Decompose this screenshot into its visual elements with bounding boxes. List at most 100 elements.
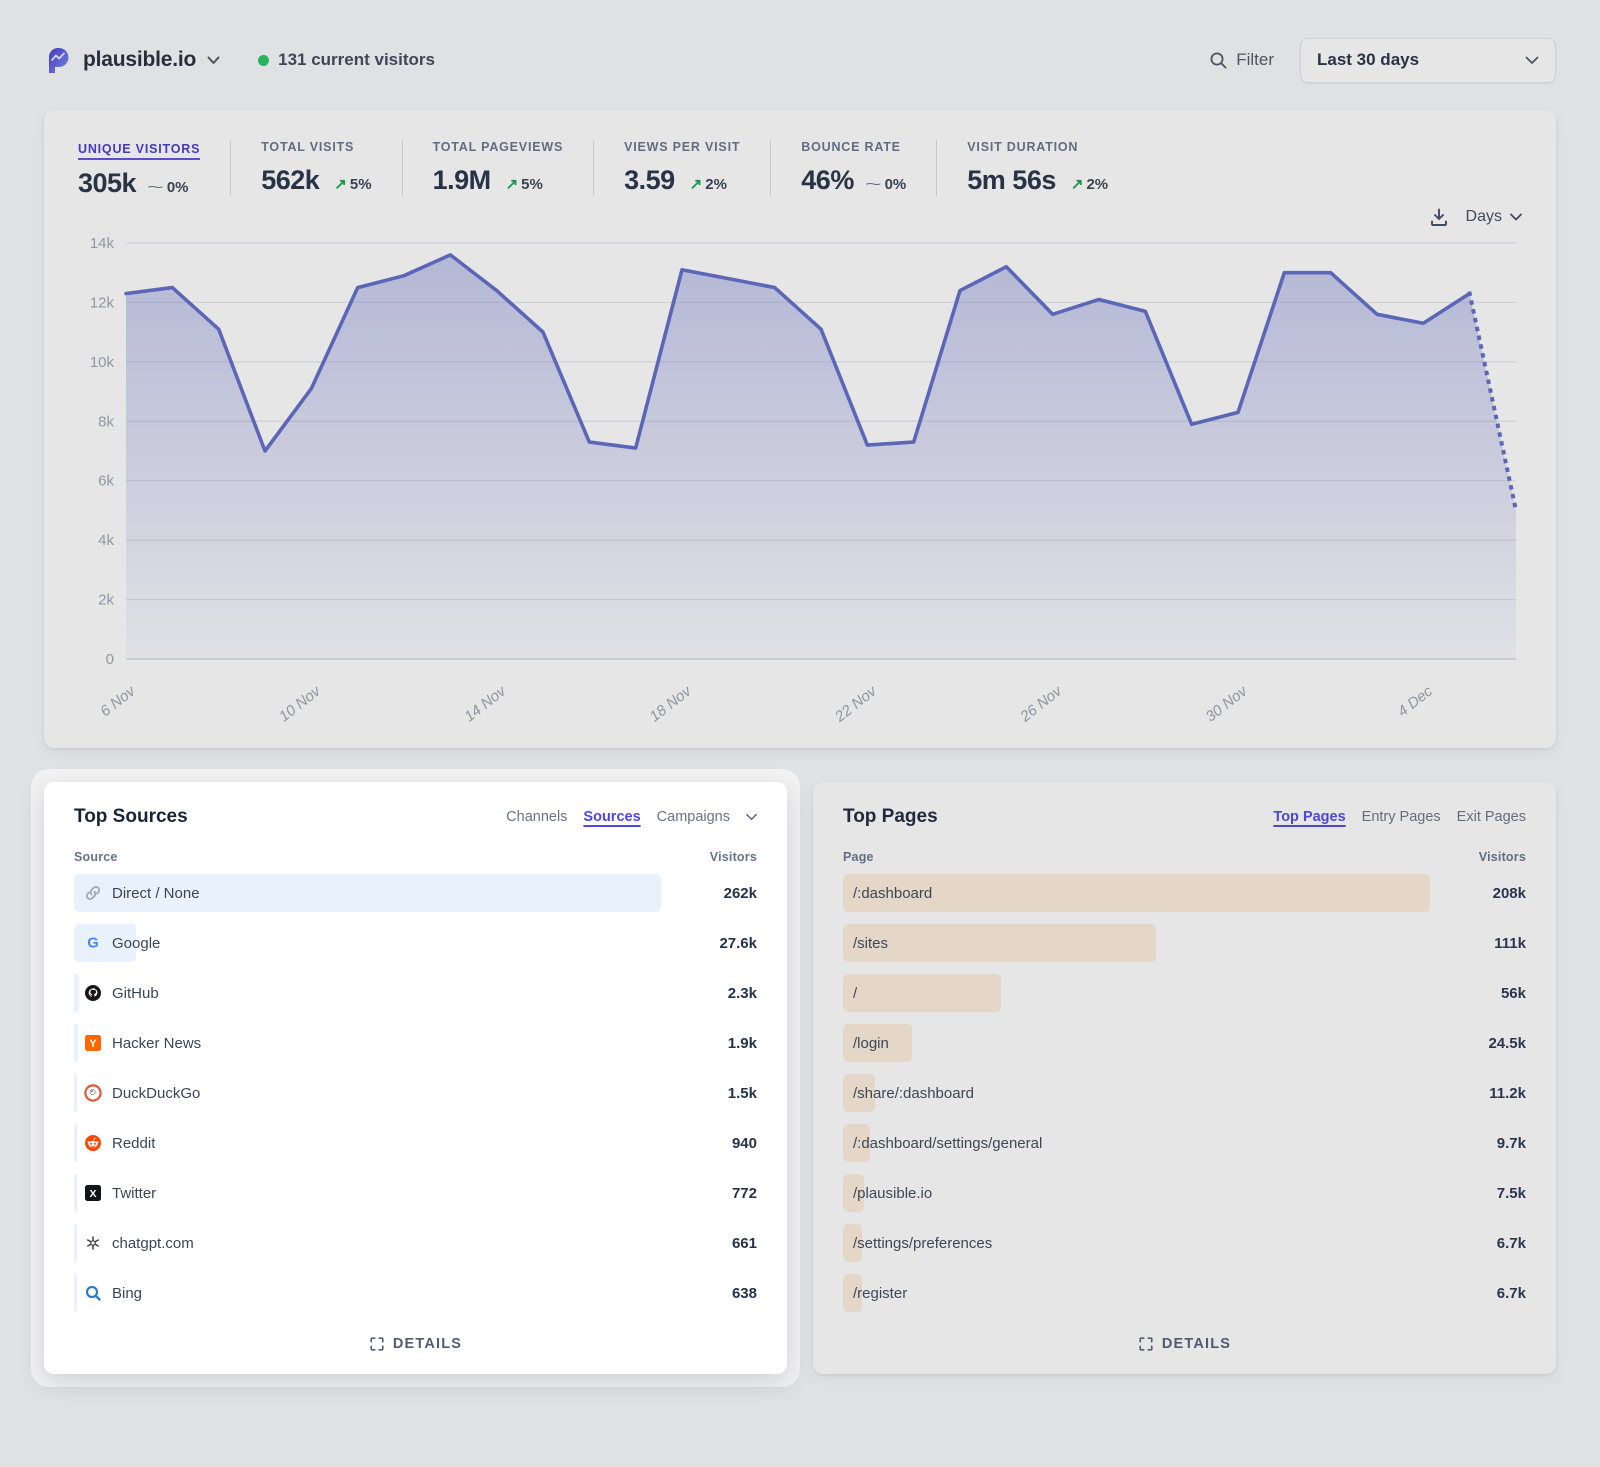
top-pages-panel: Top Pages Top Pages Entry Pages Exit Pages… [813, 782, 1556, 1374]
link-favicon-icon [84, 884, 102, 902]
row-content: Bing [74, 1284, 142, 1302]
top-bar: plausible.io 131 current visitors Filter… [44, 36, 1556, 84]
list-item-settings-preferences[interactable]: /settings/preferences 6.7k [843, 1224, 1526, 1262]
list-item-share-dashboard[interactable]: /share/:dashboard 11.2k [843, 1074, 1526, 1112]
duckduckgo-favicon-icon [84, 1084, 102, 1102]
trend-flat-icon: ~ [147, 179, 164, 196]
metric-views-per-visit[interactable]: VIEWS PER VISIT 3.59↗2% [593, 140, 770, 196]
row-visitors-value: 27.6k [661, 935, 757, 952]
date-range-select[interactable]: Last 30 days [1300, 38, 1556, 83]
list-item-dashboard[interactable]: /:dashboard 208k [843, 874, 1526, 912]
list-item-chatgpt-com[interactable]: chatgpt.com661 [74, 1224, 757, 1262]
row-bar-zone: Bing [74, 1274, 661, 1312]
tab-top-pages[interactable]: Top Pages [1273, 809, 1345, 825]
row-visitors-value: 56k [1430, 985, 1526, 1002]
list-item-duckduckgo[interactable]: DuckDuckGo1.5k [74, 1074, 757, 1112]
list-item-google[interactable]: GGoogle 27.6k [74, 924, 757, 962]
download-icon[interactable] [1429, 207, 1449, 227]
twitter-favicon-icon: X [84, 1184, 102, 1202]
tab-channels[interactable]: Channels [506, 809, 567, 825]
metric-total-visits[interactable]: TOTAL VISITS 562k↗5% [230, 140, 401, 196]
trend-up-icon: ↗ [506, 176, 519, 193]
x-axis-label: 10 Nov [276, 682, 325, 726]
row-label: Direct / None [112, 885, 200, 902]
chevron-down-icon [1525, 56, 1539, 65]
metric-label[interactable]: VIEWS PER VISIT [624, 140, 740, 154]
list-item-github[interactable]: GitHub2.3k [74, 974, 757, 1012]
pages-details-button[interactable]: DETAILS [843, 1328, 1526, 1356]
interval-dropdown[interactable]: Days [1466, 208, 1522, 226]
visitors-area-chart[interactable]: 02k4k6k8k10k12k14k6 Nov10 Nov14 Nov18 No… [76, 229, 1524, 729]
metric-label[interactable]: TOTAL PAGEVIEWS [433, 140, 564, 154]
metric-label[interactable]: BOUNCE RATE [801, 140, 906, 154]
row-visitors-value: 24.5k [1430, 1035, 1526, 1052]
metric-value-row: 5m 56s↗2% [967, 165, 1108, 196]
row-visitors-value: 9.7k [1430, 1135, 1526, 1152]
metric-bounce-rate[interactable]: BOUNCE RATE46%~0% [770, 140, 936, 196]
site-switcher[interactable]: plausible.io [44, 46, 220, 74]
list-item-bing[interactable]: Bing638 [74, 1274, 757, 1312]
row-label: /share/:dashboard [853, 1085, 974, 1102]
row-label: Reddit [112, 1135, 155, 1152]
list-item-sites[interactable]: /sites111k [843, 924, 1526, 962]
visitors-chart[interactable]: 02k4k6k8k10k12k14k6 Nov10 Nov14 Nov18 No… [76, 229, 1524, 734]
tab-entry-pages[interactable]: Entry Pages [1362, 809, 1441, 825]
row-content: GGoogle [74, 934, 160, 952]
metric-value: 5m 56s [967, 165, 1056, 196]
top-sources-title: Top Sources [74, 806, 188, 828]
x-axis-label: 14 Nov [461, 682, 510, 726]
y-axis-label: 0 [106, 651, 114, 668]
row-bar-zone: DuckDuckGo [74, 1074, 661, 1112]
row-bar [843, 924, 1156, 962]
list-item-twitter[interactable]: XTwitter772 [74, 1174, 757, 1212]
list-item-dashboard-settings-general[interactable]: /:dashboard/settings/general9.7k [843, 1124, 1526, 1162]
current-visitors-label: 131 current visitors [278, 50, 435, 70]
row-label: /settings/preferences [853, 1235, 992, 1252]
x-axis-label: 30 Nov [1203, 682, 1252, 726]
list-item-register[interactable]: /register6.7k [843, 1274, 1526, 1312]
row-label: /:dashboard [853, 885, 932, 902]
top-pages-tabs: Top Pages Entry Pages Exit Pages [1273, 809, 1526, 825]
chevron-down-icon [207, 56, 220, 65]
metric-value-row: 3.59↗2% [624, 165, 740, 196]
metrics-row: UNIQUE VISITORS305k~0% TOTAL VISITS 562k↗5… [76, 132, 1524, 205]
current-visitors[interactable]: 131 current visitors [258, 50, 435, 70]
y-axis-label: 14k [90, 235, 115, 252]
row-visitors-value: 208k [1430, 885, 1526, 902]
metric-total-pageviews[interactable]: TOTAL PAGEVIEWS1.9M↗5% [402, 140, 594, 196]
top-sources-tabs: Channels Sources Campaigns [506, 809, 757, 825]
list-item-hacker-news[interactable]: YHacker News1.9k [74, 1024, 757, 1062]
tab-campaigns[interactable]: Campaigns [657, 809, 730, 825]
row-visitors-value: 6.7k [1430, 1285, 1526, 1302]
metric-label[interactable]: TOTAL VISITS [261, 140, 371, 154]
chatgpt-favicon-icon [84, 1234, 102, 1252]
metric-visit-duration[interactable]: VISIT DURATION 5m 56s↗2% [936, 140, 1138, 196]
tab-sources[interactable]: Sources [583, 809, 640, 825]
filter-button[interactable]: Filter [1209, 50, 1274, 70]
tab-exit-pages[interactable]: Exit Pages [1457, 809, 1526, 825]
list-item-plausible-io[interactable]: /plausible.io7.5k [843, 1174, 1526, 1212]
metric-label[interactable]: UNIQUE VISITORS [78, 142, 200, 160]
row-content: Direct / None [74, 884, 200, 902]
metric-value-row: 562k↗5% [261, 165, 371, 196]
row-visitors-value: 6.7k [1430, 1235, 1526, 1252]
metric-label[interactable]: VISIT DURATION [967, 140, 1108, 154]
expand-icon [369, 1336, 385, 1352]
sources-details-button[interactable]: DETAILS [74, 1328, 757, 1356]
metric-unique-visitors[interactable]: UNIQUE VISITORS305k~0% [76, 140, 230, 199]
google-favicon-icon: G [84, 934, 102, 952]
list-item-login[interactable]: /login24.5k [843, 1024, 1526, 1062]
row-bar-zone: Reddit [74, 1124, 661, 1162]
list-item-direct-none[interactable]: Direct / None262k [74, 874, 757, 912]
row-visitors-value: 11.2k [1430, 1085, 1526, 1102]
trend-flat-icon: ~ [865, 176, 882, 193]
row-bar-zone: XTwitter [74, 1174, 661, 1212]
chevron-down-icon[interactable] [746, 813, 757, 821]
list-item-reddit[interactable]: Reddit940 [74, 1124, 757, 1162]
metric-change: ~0% [869, 176, 906, 193]
row-bar [843, 974, 1001, 1012]
list-item-[interactable]: /56k [843, 974, 1526, 1012]
row-bar-zone: /login [843, 1024, 1430, 1062]
filter-label: Filter [1236, 50, 1274, 70]
row-label: DuckDuckGo [112, 1085, 200, 1102]
